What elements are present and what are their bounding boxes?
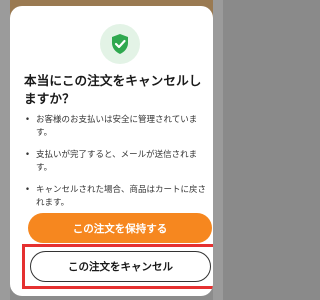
check-shield-icon [112, 34, 128, 54]
dimmed-background-right [213, 0, 223, 300]
info-item-cart: キャンセルされた場合、商品はカートに戻されます。 [24, 184, 210, 209]
check-shield-badge [100, 24, 140, 64]
keep-order-button[interactable]: この注文を保持する [28, 213, 212, 243]
cancel-order-dialog: 本当にこの注文をキャンセルしますか？ お客様のお支払いは安全に管理されています。… [10, 6, 213, 296]
dialog-title: 本当にこの注文をキャンセルしますか？ [24, 73, 202, 106]
info-list: お客様のお支払いは安全に管理されています。 支払いが完了すると、メールが送信され… [24, 114, 210, 219]
cancel-order-button[interactable]: この注文をキャンセル [30, 251, 211, 282]
dimmed-background-left [0, 0, 10, 300]
info-item-email: 支払いが完了すると、メールが送信されます。 [24, 149, 210, 174]
info-item-payment: お客様のお支払いは安全に管理されています。 [24, 114, 210, 139]
